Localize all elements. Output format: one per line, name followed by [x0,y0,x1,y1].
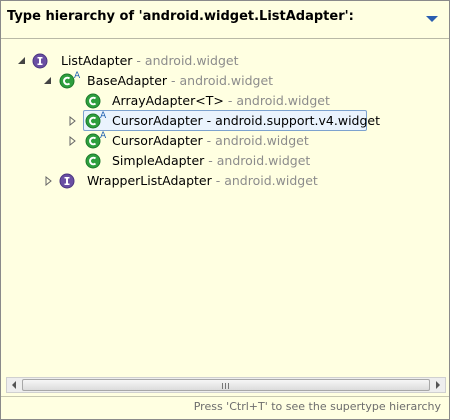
scrollbar-thumb[interactable] [22,379,430,391]
tree-item-baseadapter[interactable]: A BaseAdapter - android.widget [1,71,301,90]
tree-item-arrayadapter[interactable]: ArrayAdapter<T> - android.widget [1,92,341,110]
type-name: CursorAdapter [112,113,203,128]
horizontal-scrollbar[interactable] [6,377,446,393]
scroll-left-icon[interactable] [7,378,21,392]
item-label: ListAdapter - android.widget [61,53,239,69]
collapsed-twisty-icon[interactable] [68,116,78,126]
view-menu-icon[interactable] [425,14,439,24]
expanded-twisty-icon[interactable] [43,76,53,86]
class-icon [85,153,101,169]
collapsed-twisty-icon[interactable] [68,136,78,146]
abstract-class-icon [85,133,101,149]
package-name: android.widget [144,53,239,68]
item-label: CursorAdapter - android.widget [112,133,309,149]
item-label: WrapperListAdapter - android.widget [87,173,318,189]
popup-title: Type hierarchy of 'android.widget.ListAd… [7,9,354,24]
expanded-twisty-icon[interactable] [17,56,27,66]
grip-line [228,383,229,389]
abstract-class-icon [59,73,75,89]
package-name: android.support.v4.widget [215,113,381,128]
tree-item-listadapter[interactable]: ListAdapter - android.widget [1,52,301,70]
abstract-class-icon [85,113,101,129]
abstract-marker: A [100,131,107,141]
package-name: android.widget [236,93,330,108]
item-label: CursorAdapter - android.support.v4.widge… [112,113,380,129]
interface-icon [32,53,48,69]
package-name: android.widget [179,73,274,88]
type-name: WrapperListAdapter [87,173,212,188]
package-separator: - [204,153,217,168]
tree-item-simpleadapter[interactable]: SimpleAdapter - android.widget [1,152,321,170]
type-name: SimpleAdapter [112,153,205,168]
tree-item-wrapperlistadapter[interactable]: WrapperListAdapter - android.widget [1,172,321,190]
package-name: android.widget [215,133,309,148]
abstract-marker: A [74,71,81,81]
collapsed-twisty-icon[interactable] [44,176,54,186]
package-separator: - [223,93,237,108]
grip-line [222,383,223,389]
type-name: ListAdapter [61,53,133,68]
package-separator: - [132,53,145,68]
tree-item-cursoradapter-support[interactable]: A CursorAdapter - android.support.v4.wid… [1,111,380,130]
class-icon [85,93,101,109]
type-name: BaseAdapter [87,73,168,88]
popup-header: Type hierarchy of 'android.widget.ListAd… [1,1,449,35]
package-separator: - [167,73,180,88]
type-name: ArrayAdapter<T> [112,93,224,108]
item-label: BaseAdapter - android.widget [87,73,273,89]
package-separator: - [202,113,216,128]
type-name: CursorAdapter [112,133,203,148]
grip-line [225,383,226,389]
package-separator: - [202,133,216,148]
item-label: ArrayAdapter<T> - android.widget [112,93,330,109]
scroll-right-icon[interactable] [431,378,445,392]
abstract-marker: A [100,111,107,121]
package-separator: - [211,173,225,188]
package-name: android.widget [216,153,311,168]
package-name: android.widget [224,173,318,188]
header-divider [1,38,449,39]
hierarchy-tree: ListAdapter - android.widget A BaseAdapt… [1,44,447,374]
tree-item-cursoradapter[interactable]: A CursorAdapter - android.widget [1,131,321,150]
status-footer: Press 'Ctrl+T' to see the supertype hier… [1,396,449,418]
interface-icon [59,173,75,189]
keybinding-hint: Press 'Ctrl+T' to see the supertype hier… [193,400,441,413]
item-label: SimpleAdapter - android.widget [112,153,310,169]
